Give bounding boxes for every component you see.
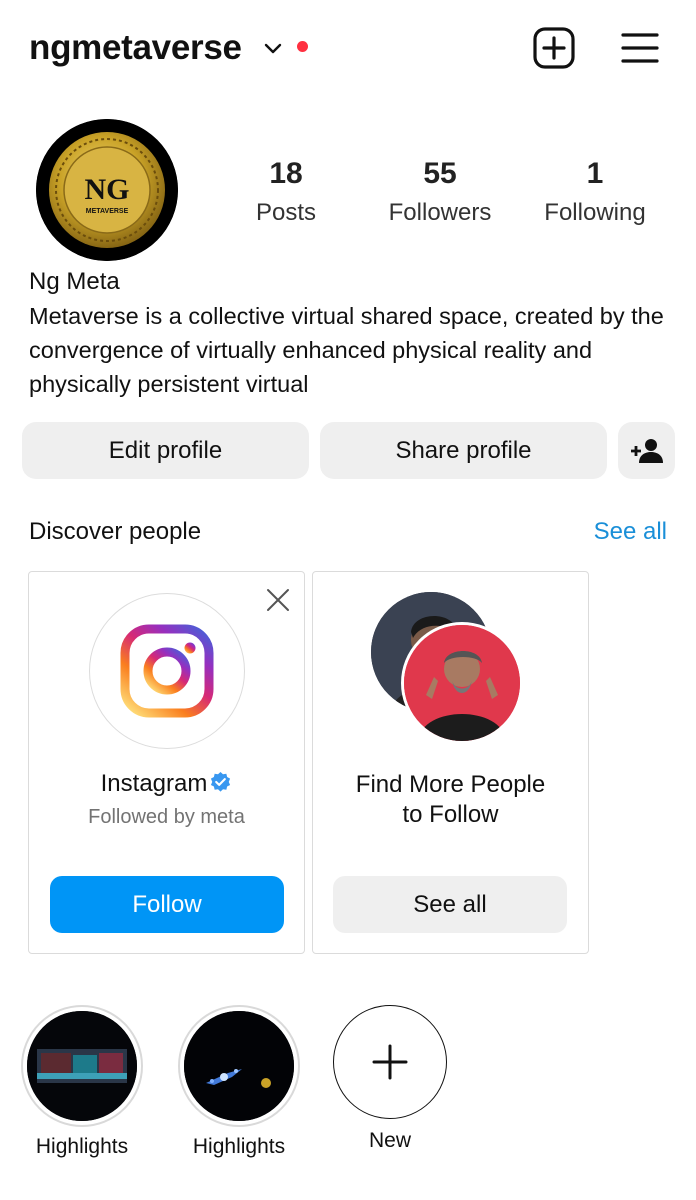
instagram-logo-icon	[120, 624, 214, 718]
profile-header: ngmetaverse	[0, 0, 696, 96]
find-more-text: Find More People to Follow	[355, 771, 546, 828]
highlight-item[interactable]: Highlights	[21, 1005, 143, 1159]
new-highlight-button[interactable]: New	[330, 1005, 450, 1153]
notification-dot	[297, 41, 308, 52]
plus-icon	[372, 1044, 408, 1080]
highlight-label: Highlights	[35, 1135, 129, 1158]
share-profile-button[interactable]: Share profile	[320, 422, 607, 479]
chevron-down-icon[interactable]	[262, 38, 284, 60]
stat-following[interactable]: 1 Following	[537, 155, 653, 233]
highlight-label: Highlights	[192, 1135, 286, 1158]
ng-metaverse-logo: NG METAVERSE	[36, 119, 178, 261]
full-name: Ng Meta	[29, 268, 120, 295]
bio-text: Metaverse is a collective virtual shared…	[29, 303, 664, 397]
instagram-avatar[interactable]	[89, 593, 245, 749]
highlight-ring	[178, 1005, 300, 1127]
highlight-item[interactable]: Highlights	[178, 1005, 300, 1159]
add-person-icon	[630, 438, 663, 463]
svg-text:NG: NG	[85, 173, 130, 206]
followers-count: 55	[423, 157, 457, 190]
svg-text:METAVERSE: METAVERSE	[86, 208, 129, 215]
stat-posts[interactable]: 18 Posts	[245, 155, 327, 233]
highlight-cover	[27, 1011, 137, 1121]
discover-see-all-link[interactable]: See all	[594, 518, 667, 546]
new-highlight-label: New	[368, 1129, 411, 1152]
posts-count: 18	[269, 157, 303, 190]
edit-profile-button[interactable]: Edit profile	[22, 422, 309, 479]
highlight-cover	[184, 1011, 294, 1121]
suggested-avatar-front	[401, 622, 523, 744]
posts-label: Posts	[255, 199, 317, 226]
suggestion-name-text: Instagram	[100, 770, 208, 797]
new-highlight-ring	[333, 1005, 447, 1119]
highlight-ring	[21, 1005, 143, 1127]
suggestion-name: Instagram	[29, 770, 304, 798]
username[interactable]: ngmetaverse	[29, 28, 242, 68]
find-more-card[interactable]: Find More People to Follow See all	[312, 571, 589, 954]
highlight-thumbnail-icon	[27, 1011, 137, 1121]
highlight-thumbnail-icon	[184, 1011, 294, 1121]
close-icon[interactable]	[265, 587, 291, 613]
discover-people-title: Discover people	[29, 518, 202, 545]
following-count: 1	[586, 157, 604, 190]
menu-icon[interactable]	[620, 28, 660, 68]
followers-label: Followers	[388, 199, 492, 226]
stat-followers[interactable]: 55 Followers	[382, 155, 498, 233]
find-more-see-all-button[interactable]: See all	[333, 876, 567, 933]
following-label: Following	[544, 199, 646, 226]
suggestion-subtitle: Followed by meta	[88, 806, 245, 828]
profile-avatar[interactable]: NG METAVERSE	[36, 119, 178, 261]
person-photo-icon	[404, 625, 520, 741]
follow-button[interactable]: Follow	[50, 876, 284, 933]
create-plus-icon[interactable]	[532, 26, 576, 70]
verified-badge-icon	[211, 771, 231, 792]
suggestion-card[interactable]: Instagram Followed by meta Follow	[28, 571, 305, 954]
discover-people-button[interactable]	[618, 422, 675, 479]
